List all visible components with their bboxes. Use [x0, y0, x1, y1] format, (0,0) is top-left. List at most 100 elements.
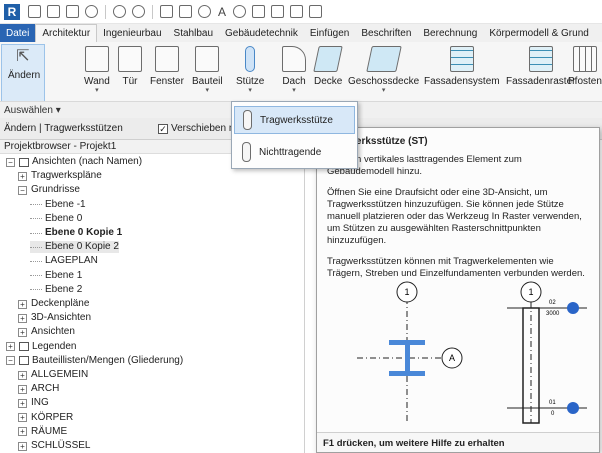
window-button[interactable]: Fenster [150, 46, 184, 87]
tree-row[interactable]: + Deckenpläne [18, 298, 89, 310]
tree-row[interactable]: + SCHLÜSSEL [18, 440, 90, 452]
column-dropdown: Tragwerksstütze Nichttragende [231, 101, 358, 169]
tree-row[interactable]: + ALLGEMEIN [18, 369, 88, 381]
tree-row[interactable]: + Legenden [6, 341, 77, 353]
file-icon[interactable] [28, 5, 41, 18]
expand-icon[interactable]: + [18, 384, 27, 394]
chevron-down-icon: ▾ [292, 87, 296, 94]
tree-row[interactable]: Ebene 1 [30, 270, 82, 282]
switch-windows-icon[interactable] [290, 5, 304, 18]
tree-row[interactable]: LAGEPLAN [30, 255, 98, 267]
tooltip: Tragwerksstütze (ST) Fügt ein vertikales… [316, 127, 600, 453]
ceiling-button[interactable]: Decke [313, 46, 343, 87]
revit-logo-icon[interactable]: R [4, 3, 20, 20]
context-label: Ändern | Tragwerksstützen [4, 123, 123, 134]
level-marker-icon [567, 402, 579, 414]
door-button[interactable]: Tür [118, 46, 142, 87]
tree-row[interactable]: + Ansichten [18, 326, 75, 338]
expand-icon[interactable]: + [18, 441, 27, 451]
tab-koerpermodell[interactable]: Körpermodell & Grund [483, 24, 595, 42]
curtain-system-button[interactable]: Fassadensystem [424, 46, 500, 87]
open-icon[interactable] [47, 5, 60, 18]
expand-icon[interactable]: + [18, 299, 27, 309]
tooltip-title: Tragwerksstütze (ST) [327, 136, 428, 147]
collapse-icon[interactable]: − [18, 185, 27, 195]
tab-ingenieurbau[interactable]: Ingenieurbau [97, 24, 167, 42]
chevron-down-icon: ▾ [95, 87, 99, 94]
tree-row[interactable]: + ING [18, 397, 49, 409]
component-button[interactable]: Bauteil ▾ [192, 46, 223, 95]
tree-row[interactable]: Ebene -1 [30, 199, 86, 211]
curtain-grid-button[interactable]: Fassadenraster [506, 46, 575, 87]
dimension-icon[interactable] [198, 5, 211, 18]
text-icon[interactable]: A [218, 5, 226, 19]
curtain-grid-icon [528, 46, 553, 72]
tree-row-label: Legenden [32, 340, 77, 352]
redo-icon[interactable] [132, 5, 145, 18]
column-button[interactable]: Stütze ▾ [236, 46, 264, 95]
tab-stahlbau[interactable]: Stahlbau [168, 24, 219, 42]
measure-icon[interactable] [179, 5, 192, 18]
tree-row[interactable]: + Tragwerkspläne [18, 170, 102, 182]
tree-row[interactable]: − Grundrisse [18, 184, 80, 196]
tab-berechnung[interactable]: Berechnung [417, 24, 483, 42]
expand-icon[interactable]: + [18, 313, 27, 323]
tree-row-label: SCHLÜSSEL [31, 440, 91, 451]
section-icon[interactable] [252, 5, 266, 18]
expand-icon[interactable]: + [18, 171, 27, 181]
collapse-icon[interactable]: − [6, 356, 15, 366]
thin-lines-icon[interactable] [271, 5, 285, 18]
tree-row-label: Ebene 0 [45, 212, 83, 224]
wall-button[interactable]: Wand ▾ [84, 46, 110, 95]
tab-beschriften[interactable]: Beschriften [355, 24, 417, 42]
tree-row[interactable]: Ebene 0 Kopie 2 [30, 241, 119, 254]
modify-button[interactable]: ⇱ Ändern [8, 46, 40, 81]
roof-button[interactable]: Dach ▾ [282, 46, 306, 95]
move-with-checkbox[interactable]: ✓ Verschieben m [158, 123, 237, 134]
project-browser: Projektbrowser - Projekt1 − Ansichten (na… [0, 140, 305, 453]
tree-connector [30, 260, 42, 262]
expand-icon[interactable]: + [6, 342, 15, 352]
tab-einfuegen[interactable]: Einfügen [304, 24, 355, 42]
folder-icon [19, 356, 29, 366]
tree-row[interactable]: + ARCH [18, 383, 59, 395]
tree-row[interactable]: + KÖRPER [18, 412, 73, 424]
chevron-down-icon: ▾ [248, 87, 252, 94]
folder-icon [19, 157, 29, 167]
tree-row[interactable]: Ebene 0 [30, 213, 82, 225]
grid-bubble-label: 1 [528, 287, 533, 297]
customize-icon[interactable] [309, 5, 323, 18]
tree-row-label: KÖRPER [31, 411, 74, 423]
tab-datei[interactable]: Datei [0, 24, 36, 42]
expand-icon[interactable]: + [18, 398, 27, 408]
dropdown-item-structural-column[interactable]: Tragwerksstütze [234, 106, 355, 134]
tree-row[interactable]: + RÄUME [18, 426, 67, 438]
tree-row[interactable]: Ebene 0 Kopie 1 [30, 227, 122, 239]
grid-bubble-label: 1 [404, 287, 409, 297]
window-label: Fenster [150, 76, 184, 87]
dropdown-item-architectural-column[interactable]: Nichttragende [234, 138, 355, 166]
expand-icon[interactable]: + [18, 327, 27, 337]
tree-row-label: Ansichten [31, 326, 75, 338]
mullion-button[interactable]: Pfosten [568, 46, 602, 87]
print-icon[interactable] [160, 5, 173, 18]
tooltip-paragraph: Fügt ein vertikales lasttragendes Elemen… [327, 154, 522, 177]
sync-icon[interactable] [85, 5, 98, 18]
tree-row[interactable]: Ebene 2 [30, 284, 82, 296]
floor-button[interactable]: Geschossdecke ▾ [348, 46, 419, 95]
expand-icon[interactable]: + [18, 370, 27, 380]
collapse-icon[interactable]: − [6, 157, 15, 167]
view-icon[interactable] [233, 5, 247, 18]
save-icon[interactable] [66, 5, 79, 18]
tab-gebaeudetechnik[interactable]: Gebäudetechnik [219, 24, 304, 42]
tree-row[interactable]: − Ansichten (nach Namen) [6, 156, 142, 168]
expand-icon[interactable]: + [18, 413, 27, 423]
checkbox-mark: ✓ [158, 123, 168, 134]
tree-row[interactable]: +3D-Ansichten [18, 312, 91, 324]
expand-icon[interactable]: + [18, 427, 27, 437]
tree-connector [30, 218, 42, 220]
undo-icon[interactable] [113, 5, 126, 18]
tab-architektur[interactable]: Architektur [35, 24, 98, 42]
ceiling-label: Decke [314, 76, 343, 87]
tree-row[interactable]: − Bauteillisten/Mengen (Gliederung) [6, 355, 183, 367]
